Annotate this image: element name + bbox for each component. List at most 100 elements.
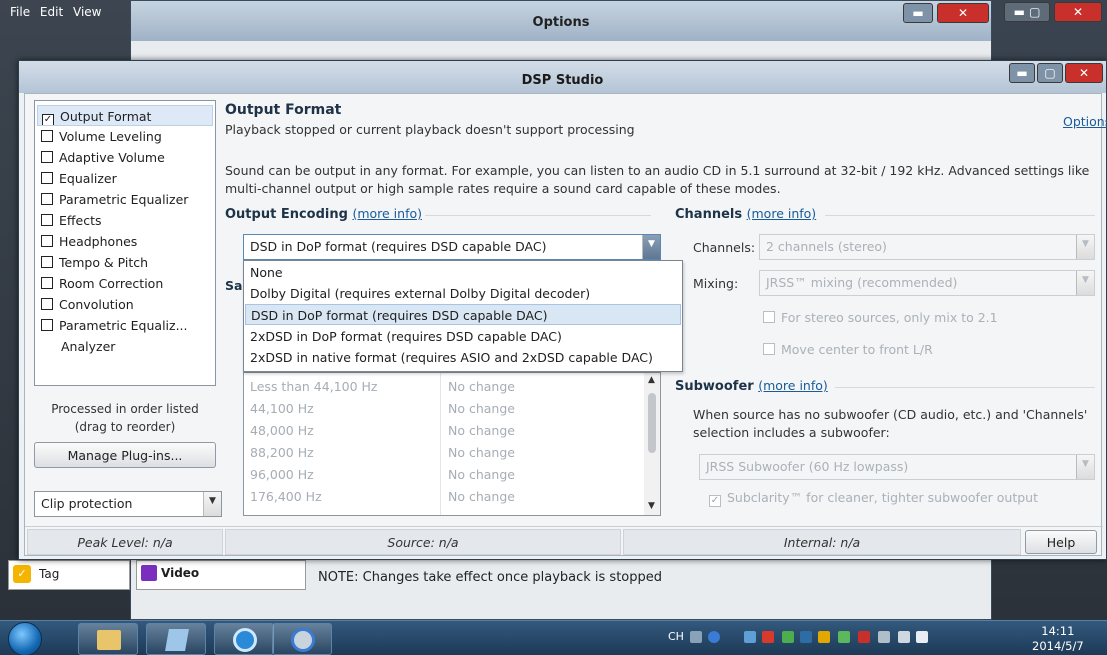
subwoofer-more-info-link[interactable]: (more info) [758, 378, 828, 393]
checkbox-checked-icon[interactable]: ✓ [42, 114, 54, 125]
help-icon[interactable] [708, 631, 720, 643]
volume-icon[interactable] [916, 631, 928, 643]
plugin-item-convolution[interactable]: Convolution [37, 294, 213, 315]
move-center-option[interactable]: Move center to front L/R [763, 342, 933, 357]
plugin-item-parametric-equalizer-2[interactable]: Parametric Equaliz... [37, 315, 213, 336]
checkbox-icon[interactable] [41, 319, 53, 331]
menu-view[interactable]: View [73, 5, 101, 19]
browser-taskbar-icon[interactable] [214, 623, 274, 655]
network-icon[interactable] [898, 631, 910, 643]
checkbox-checked-icon[interactable]: ✓ [709, 495, 721, 507]
table-scrollbar[interactable]: ▲ ▼ [644, 373, 660, 515]
encoding-option-2xdsd-native[interactable]: 2xDSD in native format (requires ASIO an… [245, 347, 681, 368]
plugin-item-analyzer[interactable]: Analyzer [37, 336, 213, 357]
chevron-down-icon[interactable]: ▼ [1076, 235, 1094, 259]
tray-app-icon[interactable] [878, 631, 890, 643]
minimize-icon[interactable]: ▬ ▢ [1004, 2, 1050, 22]
tray-app-icon[interactable] [858, 631, 870, 643]
chevron-down-icon[interactable]: ▼ [648, 501, 655, 511]
encoding-option-2xdsd-dop[interactable]: 2xDSD in DoP format (requires DSD capabl… [245, 326, 681, 347]
channels-select[interactable]: 2 channels (stereo) ▼ [759, 234, 1095, 260]
scrollbar-thumb[interactable] [648, 393, 656, 453]
checkbox-icon[interactable] [41, 193, 53, 205]
chevron-down-icon[interactable]: ▼ [203, 492, 221, 516]
shield-icon[interactable] [818, 631, 830, 643]
tray-app-icon[interactable] [782, 631, 794, 643]
chevron-down-icon[interactable]: ▼ [642, 235, 660, 259]
checkbox-icon[interactable] [763, 311, 775, 323]
ime-indicator[interactable]: CH [668, 630, 684, 643]
peak-level-status: Peak Level: n/a [27, 529, 223, 555]
plugin-item-room-correction[interactable]: Room Correction [37, 273, 213, 294]
dsp-titlebar: DSP Studio [19, 61, 1106, 93]
plugin-item-effects[interactable]: Effects [37, 210, 213, 231]
subwoofer-select[interactable]: JRSS Subwoofer (60 Hz lowpass) ▼ [699, 454, 1095, 480]
clip-protection-select[interactable]: Clip protection ▼ [34, 491, 222, 517]
table-row[interactable]: 48,000 Hz No change [244, 419, 644, 440]
close-icon[interactable]: ✕ [937, 3, 989, 23]
menu-edit[interactable]: Edit [40, 5, 63, 19]
output-encoding-dropdown: None Dolby Digital (requires external Do… [243, 260, 683, 372]
chevron-up-icon[interactable]: ▲ [648, 375, 655, 385]
plugin-item-equalizer[interactable]: Equalizer [37, 168, 213, 189]
checkbox-icon[interactable] [41, 256, 53, 268]
plugin-item-tempo-pitch[interactable]: Tempo & Pitch [37, 252, 213, 273]
video-list-item[interactable]: Video [136, 560, 306, 590]
plugin-item-headphones[interactable]: Headphones [37, 231, 213, 252]
chevron-down-icon[interactable]: ▼ [1076, 455, 1094, 479]
table-row[interactable]: 88,200 Hz No change [244, 441, 644, 462]
manage-plugins-button[interactable]: Manage Plug-ins... [34, 442, 216, 468]
checkbox-icon[interactable] [41, 172, 53, 184]
panel-description: Sound can be output in any format. For e… [225, 163, 1090, 196]
chevron-down-icon[interactable]: ▼ [1076, 271, 1094, 295]
encoding-more-info-link[interactable]: (more info) [352, 206, 422, 221]
menu-file[interactable]: File [10, 5, 30, 19]
clock[interactable]: 14:11 2014/5/7 [1032, 624, 1084, 654]
notes-taskbar-icon[interactable] [146, 623, 206, 655]
close-icon[interactable]: ✕ [1065, 63, 1103, 83]
encoding-option-dolby[interactable]: Dolby Digital (requires external Dolby D… [245, 283, 681, 304]
maximize-icon[interactable]: ▢ [1037, 63, 1063, 83]
options-link[interactable]: Options [1063, 114, 1107, 129]
media-player-taskbar-icon[interactable] [272, 623, 332, 655]
keyboard-icon[interactable] [690, 631, 702, 643]
tray-app-icon[interactable] [762, 631, 774, 643]
output-encoding-select[interactable]: DSD in DoP format (requires DSD capable … [243, 234, 661, 260]
encoding-option-none[interactable]: None [245, 262, 681, 283]
plugin-item-output-format[interactable]: ✓ Output Format [37, 105, 213, 126]
checkbox-icon[interactable] [41, 130, 53, 142]
tray-app-icon[interactable] [744, 631, 756, 643]
tray-app-icon[interactable] [800, 631, 812, 643]
sample-rate-heading-stub: Sa [225, 278, 243, 293]
plugin-item-volume-leveling[interactable]: Volume Leveling [37, 126, 213, 147]
checkbox-icon[interactable] [41, 214, 53, 226]
minimize-icon[interactable]: ▬ [1009, 63, 1035, 83]
stereo-mix-option[interactable]: For stereo sources, only mix to 2.1 [763, 310, 998, 325]
checkbox-icon[interactable] [41, 235, 53, 247]
help-button[interactable]: Help [1025, 530, 1097, 554]
plugin-item-parametric-equalizer[interactable]: Parametric Equalizer [37, 189, 213, 210]
table-row[interactable]: 96,000 Hz No change [244, 463, 644, 484]
minimize-icon[interactable]: ▬ [903, 3, 933, 23]
table-row[interactable]: 176,400 Hz No change [244, 485, 644, 506]
channels-more-info-link[interactable]: (more info) [747, 206, 817, 221]
table-row[interactable]: 44,100 Hz No change [244, 397, 644, 418]
checkbox-icon[interactable] [41, 298, 53, 310]
panel-title: Output Format [225, 102, 342, 118]
mixing-select[interactable]: JRSS™ mixing (recommended) ▼ [759, 270, 1095, 296]
close-icon[interactable]: ✕ [1054, 2, 1102, 22]
table-row[interactable]: Less than 44,100 Hz No change [244, 375, 644, 396]
start-button[interactable] [8, 622, 42, 655]
checkbox-icon[interactable] [763, 343, 775, 355]
internal-status: Internal: n/a [623, 529, 1021, 555]
tray-app-icon[interactable] [838, 631, 850, 643]
plugin-item-adaptive-volume[interactable]: Adaptive Volume [37, 147, 213, 168]
explorer-taskbar-icon[interactable] [78, 623, 138, 655]
checkbox-icon[interactable] [41, 277, 53, 289]
checkbox-icon[interactable] [41, 151, 53, 163]
tag-list-item[interactable]: ✓ Tag [8, 560, 130, 590]
channels-heading: Channels (more info) [675, 206, 817, 222]
subclarity-option[interactable]: ✓ Subclarity™ for cleaner, tighter subwoo… [709, 490, 1038, 507]
panel-subtitle: Playback stopped or current playback doe… [225, 122, 635, 137]
encoding-option-dsd-dop[interactable]: DSD in DoP format (requires DSD capable … [245, 304, 681, 325]
